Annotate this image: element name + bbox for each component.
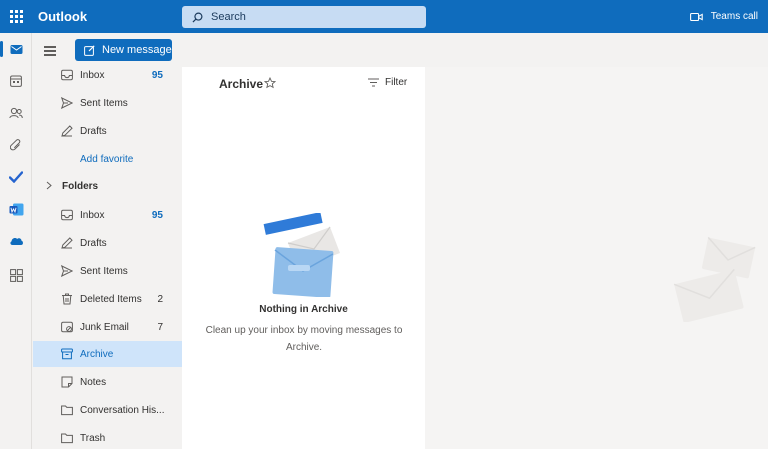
- folder-conversation-history[interactable]: Conversation His...: [33, 397, 182, 423]
- search-input[interactable]: Search: [182, 6, 426, 28]
- unread-count: 95: [151, 69, 163, 81]
- rail-onedrive[interactable]: [0, 227, 32, 255]
- onedrive-icon: [9, 238, 23, 245]
- folder-icon: [61, 433, 73, 444]
- folder-label: Sent Items: [80, 97, 128, 109]
- people-icon: [9, 107, 23, 119]
- folder-label: Conversation His...: [80, 404, 165, 416]
- app-title: Outlook: [38, 9, 88, 24]
- note-icon: [61, 376, 73, 388]
- folder-trash[interactable]: Trash: [33, 425, 182, 449]
- item-count: 2: [157, 293, 163, 305]
- folder-sent-items[interactable]: Sent Items: [33, 258, 182, 284]
- search-icon: [192, 12, 203, 23]
- folder-label: Drafts: [80, 237, 107, 249]
- attachment-icon: [10, 138, 21, 150]
- folder-inbox[interactable]: Inbox 95: [33, 202, 182, 228]
- rail-mail[interactable]: [0, 35, 32, 63]
- folder-archive[interactable]: Archive: [33, 341, 182, 367]
- unread-count: 95: [151, 209, 163, 221]
- new-message-button[interactable]: New message: [75, 39, 172, 61]
- top-bar: Outlook Search Teams call: [0, 0, 768, 33]
- reading-pane: [425, 67, 768, 449]
- folder-notes[interactable]: Notes: [33, 369, 182, 395]
- item-count: 7: [157, 321, 163, 333]
- send-icon: [61, 97, 73, 109]
- filter-icon: [368, 78, 379, 87]
- folder-label: Notes: [80, 376, 107, 388]
- calendar-icon: [10, 75, 22, 87]
- envelopes-watermark-icon: [673, 236, 756, 322]
- folder-label: Archive: [80, 348, 114, 360]
- compose-icon: [84, 44, 95, 56]
- teams-call-label: Teams call: [710, 11, 758, 22]
- folders-header-label: Folders: [62, 180, 99, 192]
- rail-more-apps[interactable]: [0, 261, 32, 289]
- rail-word[interactable]: [0, 195, 32, 223]
- waffle-icon: [9, 10, 23, 23]
- folder-label: Inbox: [80, 69, 105, 81]
- favorite-drafts[interactable]: Drafts: [33, 118, 182, 144]
- filter-label: Filter: [385, 77, 408, 88]
- folder-deleted-items[interactable]: Deleted Items 2: [33, 286, 182, 312]
- rail-calendar[interactable]: [0, 67, 32, 95]
- folder-label: Junk Email: [80, 321, 129, 333]
- folder-junk-email[interactable]: Junk Email 7: [33, 314, 182, 340]
- chevron-right-icon: [46, 181, 52, 190]
- app-launcher-button[interactable]: [0, 0, 32, 33]
- todo-icon: [9, 171, 23, 183]
- add-favorite-link[interactable]: Add favorite: [33, 146, 182, 172]
- empty-state-subtitle: Clean up your inbox by moving messages t…: [205, 325, 403, 353]
- folder-pane: Inbox 95 Sent Items Drafts Add favorite …: [32, 67, 182, 449]
- rail-people[interactable]: [0, 99, 32, 127]
- message-list-pane: Archive Filter Nothing in Archive Clean …: [182, 67, 425, 449]
- video-camera-icon: [689, 12, 703, 21]
- new-message-label: New message: [102, 44, 172, 56]
- mail-icon: [10, 44, 22, 54]
- filter-button[interactable]: Filter: [368, 77, 407, 88]
- favorite-inbox[interactable]: Inbox 95: [33, 62, 182, 88]
- app-rail: [0, 33, 32, 449]
- folder-label: Drafts: [80, 125, 107, 137]
- trash-icon: [62, 293, 72, 305]
- inbox-icon: [61, 209, 73, 221]
- folder-drafts[interactable]: Drafts: [33, 230, 182, 256]
- list-title: Archive: [219, 77, 264, 91]
- rail-files[interactable]: [0, 131, 32, 159]
- folder-icon: [61, 405, 73, 416]
- inbox-icon: [61, 69, 73, 81]
- empty-state-title: Nothing in Archive: [259, 304, 348, 315]
- archive-icon: [61, 348, 73, 360]
- pencil-icon: [61, 237, 73, 249]
- empty-archive-illustration: [263, 213, 340, 297]
- add-favorite-label: Add favorite: [80, 153, 134, 165]
- search-placeholder: Search: [211, 11, 246, 23]
- folders-section-header[interactable]: Folders: [33, 173, 182, 199]
- star-icon[interactable]: [264, 77, 276, 89]
- apps-icon: [9, 268, 23, 282]
- send-icon: [61, 265, 73, 277]
- rail-todo[interactable]: [0, 163, 32, 191]
- folder-label: Sent Items: [80, 265, 128, 277]
- hamburger-menu-icon[interactable]: [44, 46, 56, 58]
- pencil-icon: [61, 125, 73, 137]
- word-icon: [9, 203, 23, 215]
- teams-call-button[interactable]: Teams call: [689, 0, 758, 33]
- junk-icon: [61, 321, 73, 333]
- favorite-sent-items[interactable]: Sent Items: [33, 90, 182, 116]
- folder-label: Deleted Items: [80, 293, 142, 305]
- folder-label: Inbox: [80, 209, 105, 221]
- folder-label: Trash: [80, 432, 106, 444]
